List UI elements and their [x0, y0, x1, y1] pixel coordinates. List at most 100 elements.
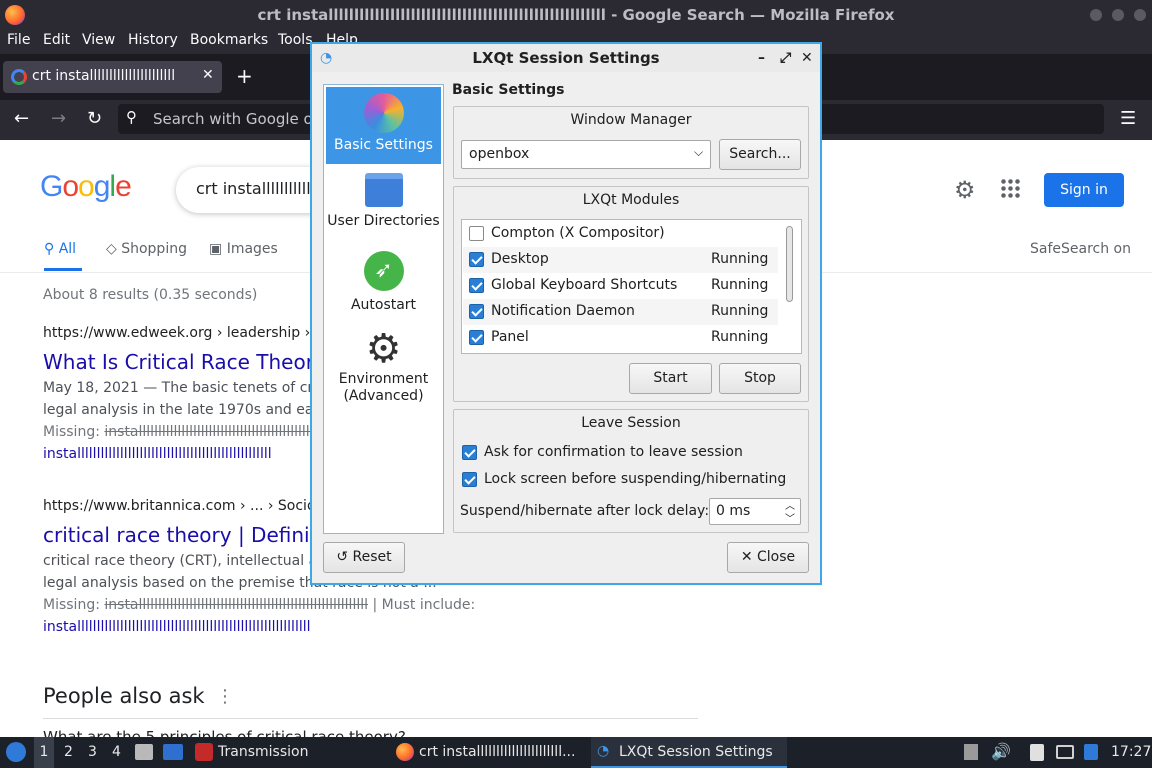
- clipboard-icon[interactable]: [1030, 744, 1044, 761]
- module-name: Compton (X Compositor): [491, 225, 665, 241]
- modules-scrollbar[interactable]: [786, 226, 793, 302]
- missing-label: Missing:: [43, 424, 100, 440]
- module-row[interactable]: Compton (X Compositor): [463, 221, 778, 247]
- task-firefox[interactable]: crt installllllllllllllllllllll...: [419, 744, 575, 760]
- search-query: crt installlllllllllll: [196, 179, 320, 198]
- module-checkbox[interactable]: [469, 304, 484, 319]
- desktop-1[interactable]: 1: [34, 737, 54, 768]
- maximize-button[interactable]: [1112, 9, 1124, 21]
- lxqt-task-icon: ◔: [597, 743, 610, 759]
- module-row[interactable]: Global Keyboard Shortcuts Running: [463, 273, 778, 299]
- keyboard-icon[interactable]: [1056, 745, 1074, 759]
- must-include-link[interactable]: installlllllllllllllllllllllllllllllllll…: [43, 619, 311, 635]
- dialog-titlebar: ◔ LXQt Session Settings – ⤢ ✕: [310, 42, 822, 72]
- menu-edit[interactable]: Edit: [43, 32, 70, 48]
- reset-label: Reset: [352, 549, 392, 565]
- module-checkbox[interactable]: [469, 330, 484, 345]
- back-icon[interactable]: ←: [14, 108, 29, 129]
- divider: [43, 718, 698, 719]
- module-checkbox[interactable]: [469, 278, 484, 293]
- module-row[interactable]: Notification Daemon Running: [463, 299, 778, 325]
- wm-search-button[interactable]: Search...: [719, 139, 801, 170]
- result-title[interactable]: What Is Critical Race Theory, a: [43, 350, 351, 374]
- module-row[interactable]: Panel Running: [463, 325, 778, 351]
- settings-gear-icon[interactable]: ⚙: [954, 176, 976, 204]
- lock-delay-value: 0 ms: [716, 503, 751, 519]
- dialog-maximize-icon[interactable]: ⤢: [780, 50, 791, 66]
- nav-basic-settings[interactable]: Basic Settings: [326, 87, 441, 164]
- sign-in-button[interactable]: Sign in: [1044, 173, 1124, 207]
- missing-line: Missing: installllllllllllllllllllllllll…: [43, 597, 475, 613]
- close-button[interactable]: [1134, 9, 1146, 21]
- start-menu-icon[interactable]: [6, 742, 26, 762]
- menu-bookmarks[interactable]: Bookmarks: [190, 32, 268, 48]
- apps-grid-icon[interactable]: [1000, 178, 1020, 198]
- tab-images[interactable]: ▣ Images: [209, 241, 278, 257]
- safesearch-status[interactable]: SafeSearch on: [1030, 241, 1131, 257]
- dialog-close-icon[interactable]: ✕: [801, 50, 813, 66]
- stop-button[interactable]: Stop: [719, 363, 801, 394]
- result-url[interactable]: https://www.britannica.com › ... › Socio…: [43, 498, 345, 514]
- tab-all-underline: [44, 268, 82, 271]
- task-session-settings[interactable]: LXQt Session Settings: [619, 744, 773, 760]
- forward-icon[interactable]: →: [51, 108, 66, 129]
- tab-close-icon[interactable]: ✕: [202, 67, 214, 83]
- start-button[interactable]: Start: [629, 363, 712, 394]
- confirm-leave-label[interactable]: Ask for confirmation to leave session: [484, 444, 743, 460]
- missing-term: installlllllllllllllllllllllllllllllllll…: [104, 597, 369, 613]
- nav-user-directories[interactable]: User Directories: [326, 167, 441, 244]
- module-checkbox[interactable]: [469, 226, 484, 241]
- nav-environment[interactable]: ⚙ Environment (Advanced): [326, 327, 441, 417]
- module-name: Notification Daemon: [491, 303, 635, 319]
- notification-icon[interactable]: [1084, 744, 1098, 760]
- volume-icon[interactable]: 🔊: [991, 742, 1011, 761]
- menu-file[interactable]: File: [7, 32, 30, 48]
- menu-tools[interactable]: Tools: [278, 32, 313, 48]
- nav-autostart[interactable]: ➶ Autostart: [326, 247, 441, 324]
- minimize-button[interactable]: [1090, 9, 1102, 21]
- module-status: Running: [711, 277, 769, 293]
- browser-tab[interactable]: crt installllllllllllllllllllll ✕: [3, 61, 222, 93]
- desktop-3[interactable]: 3: [88, 744, 97, 760]
- lock-screen-label[interactable]: Lock screen before suspending/hibernatin…: [484, 471, 786, 487]
- transmission-icon: [195, 743, 213, 761]
- result-snippet: critical race theory (CRT), intellectual…: [43, 553, 347, 569]
- taskbar: 1 2 3 4 Transmission crt installllllllll…: [0, 737, 1152, 768]
- desktop-2[interactable]: 2: [64, 744, 73, 760]
- spin-down-icon[interactable]: ﹀: [785, 510, 795, 525]
- close-dialog-button[interactable]: ✕ Close: [727, 542, 809, 573]
- confirm-leave-checkbox[interactable]: [462, 445, 477, 460]
- reset-button[interactable]: ↺ Reset: [323, 542, 405, 573]
- task-transmission[interactable]: Transmission: [218, 744, 308, 760]
- result-title[interactable]: critical race theory | Definition,: [43, 523, 354, 547]
- menu-history[interactable]: History: [128, 32, 178, 48]
- tab-shopping[interactable]: ◇ Shopping: [106, 241, 187, 257]
- clock[interactable]: 17:27: [1111, 744, 1151, 760]
- must-include-link[interactable]: installlllllllllllllllllllllllllllllllll…: [43, 446, 272, 462]
- more-options-icon[interactable]: ⋮: [216, 686, 234, 707]
- reload-icon[interactable]: ↻: [87, 108, 102, 129]
- modules-title: LXQt Modules: [582, 192, 680, 208]
- tab-all[interactable]: ⚲ All: [44, 241, 76, 257]
- firefox-task-icon: [396, 743, 414, 761]
- dialog-minimize-icon[interactable]: –: [758, 50, 765, 66]
- menu-hamburger-icon[interactable]: ☰: [1120, 108, 1136, 129]
- folder-icon: [364, 173, 403, 207]
- new-tab-button[interactable]: +: [236, 64, 253, 88]
- module-row[interactable]: Desktop Running: [463, 247, 778, 273]
- paa-question[interactable]: What are the 5 principles of critical ra…: [43, 728, 406, 737]
- module-checkbox[interactable]: [469, 252, 484, 267]
- menu-view[interactable]: View: [82, 32, 115, 48]
- lock-screen-checkbox[interactable]: [462, 472, 477, 487]
- result-url[interactable]: https://www.edweek.org › leadership › 20…: [43, 325, 350, 341]
- desktop-4[interactable]: 4: [112, 744, 121, 760]
- show-desktop-icon[interactable]: [163, 744, 183, 760]
- tray-icon[interactable]: [964, 744, 978, 760]
- google-logo[interactable]: Google: [40, 170, 132, 204]
- module-status: Running: [711, 303, 769, 319]
- file-manager-icon[interactable]: [135, 744, 153, 760]
- leave-session-group: Leave Session Ask for confirmation to le…: [453, 409, 809, 533]
- lock-delay-spinbox[interactable]: 0 ms ︿ ﹀: [709, 498, 801, 525]
- modules-list: Compton (X Compositor) Desktop Running G…: [461, 219, 802, 354]
- window-manager-combo[interactable]: openbox ⌵: [461, 140, 711, 169]
